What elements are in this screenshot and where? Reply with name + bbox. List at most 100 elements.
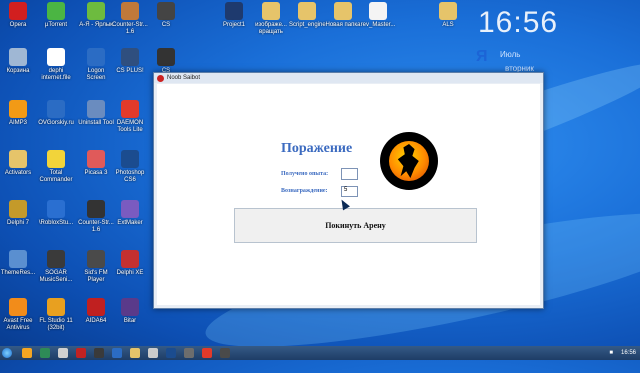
desktop-icon[interactable]: SOGAR MusicSeni... [38, 250, 74, 284]
desktop-icon[interactable]: Bitar [112, 298, 148, 325]
desktop-icon[interactable]: ALS [430, 2, 466, 29]
taskbar-app-icon[interactable] [22, 348, 32, 358]
app-icon [87, 2, 105, 20]
desktop-icon[interactable]: CS [148, 2, 184, 29]
desktop-icon-label: Avast Free Antivirus [3, 318, 33, 331]
desktop-icon-label: Photoshop CS6 [115, 170, 145, 183]
app-icon [157, 74, 164, 82]
desktop-icon-label: dephi internet.file [41, 68, 71, 81]
reward-label: Вознаграждение: [281, 188, 328, 194]
taskbar-app-icon[interactable] [148, 348, 158, 358]
desktop-icon-label: DAEMON Tools Lite [116, 120, 144, 133]
taskbar-app-icon[interactable] [112, 348, 122, 358]
system-tray: ■ 16:56 [605, 346, 640, 360]
taskbar-app-icon[interactable] [130, 348, 140, 358]
desktop-icon[interactable]: ExtMaker [112, 200, 148, 227]
desktop-icon-label: Activators [4, 170, 32, 176]
taskbar-app-icon[interactable] [220, 348, 230, 358]
taskbar-app-icon[interactable] [94, 348, 104, 358]
desktop-icon[interactable]: Script_engine [289, 2, 326, 29]
app-icon [262, 2, 280, 20]
app-icon [121, 48, 139, 66]
desktop-icon[interactable]: Picasa 3 [78, 150, 114, 177]
app-icon [47, 250, 65, 268]
game-window: Noob Saibot Поражение Получено опыта: Во… [153, 72, 544, 309]
app-icon [157, 2, 175, 20]
desktop-icon[interactable]: А-Я - Ярлык [78, 2, 114, 29]
desktop-icon[interactable]: CS [148, 48, 184, 75]
app-icon [47, 100, 65, 118]
desktop-icon[interactable]: rev_Master... [360, 2, 396, 29]
desktop-icon[interactable]: Корзина [0, 48, 36, 75]
desktop-icon[interactable]: ThemeRes... [0, 250, 36, 277]
app-icon [87, 100, 105, 118]
app-icon [121, 250, 139, 268]
app-icon [121, 100, 139, 118]
desktop-icon[interactable]: dephi internet.file [38, 48, 74, 82]
language-flag-icon[interactable]: ■ [609, 350, 613, 356]
desktop-icon-label: CS [161, 22, 171, 28]
desktop-icon-label: Sid's FM Player [84, 270, 108, 283]
desktop-icon-label: SOGAR MusicSeni... [39, 270, 73, 283]
leave-arena-button[interactable]: Покинуть Арену [234, 208, 477, 243]
desktop-icon-label: OVGorskiy.ru [38, 120, 74, 126]
desktop-icon-label: Delphi XE [116, 270, 144, 276]
desktop-icon[interactable]: Total Commander [38, 150, 74, 184]
desktop-icon[interactable]: \RobloxStu... [38, 200, 74, 227]
desktop-icon[interactable]: Logon Screen [78, 48, 114, 82]
desktop-icon[interactable]: AIDA64 [78, 298, 114, 325]
desktop-icon[interactable]: Photoshop CS6 [112, 150, 148, 184]
desktop-icon-label: \RobloxStu... [38, 220, 74, 226]
desktop-icon[interactable]: Uninstall Tool [78, 100, 114, 127]
desktop-icon[interactable]: Delphi XE [112, 250, 148, 277]
app-icon [121, 298, 139, 316]
app-icon [334, 2, 352, 20]
taskbar-app-icon[interactable] [166, 348, 176, 358]
start-button[interactable] [2, 348, 12, 358]
app-icon [9, 150, 27, 168]
taskbar: ■ 16:56 [0, 346, 640, 360]
desktop-icon[interactable]: Counter-Str... 1.6 [112, 2, 148, 36]
desktop-icon-label: ThemeRes... [0, 270, 36, 276]
desktop-icon[interactable]: µTorrent [38, 2, 74, 29]
desktop-icon[interactable]: Sid's FM Player [78, 250, 114, 284]
app-icon [9, 298, 27, 316]
app-icon [439, 2, 457, 20]
desktop-icon[interactable]: Avast Free Antivirus [0, 298, 36, 332]
desktop-icon-label: Uninstall Tool [78, 120, 114, 126]
desktop-icon[interactable]: Counter-Str... 1.6 [78, 200, 114, 234]
desktop-icon-label: Project1 [222, 22, 245, 28]
desktop-icon-label: Total Commander [39, 170, 73, 183]
taskbar-app-icon[interactable] [76, 348, 86, 358]
desktop-icon-label: Opera [9, 22, 27, 28]
app-icon [87, 298, 105, 316]
desktop-icon[interactable]: Delphi 7 [0, 200, 36, 227]
desktop-icon[interactable]: FL Studio 11 (32bit) [38, 298, 74, 332]
desktop-icon[interactable]: Project1 [216, 2, 252, 29]
desktop-icon-label: ExtMaker [117, 220, 143, 226]
app-icon [121, 2, 139, 20]
desktop-icon[interactable]: AIMP3 [0, 100, 36, 127]
tray-clock[interactable]: 16:56 [621, 350, 636, 356]
desktop-icon[interactable]: изображе... вращать [253, 2, 289, 36]
taskbar-app-icon[interactable] [184, 348, 194, 358]
desktop-icon[interactable]: Activators [0, 150, 36, 177]
taskbar-app-icon[interactable] [40, 348, 50, 358]
desktop-icon[interactable]: DAEMON Tools Lite [112, 100, 148, 134]
desktop-icon[interactable]: CS PLUS! [112, 48, 148, 75]
app-icon [9, 100, 27, 118]
app-icon [9, 2, 27, 20]
desktop-icon-label: Корзина [6, 68, 30, 74]
app-icon [47, 150, 65, 168]
exp-label: Получено опыта: [281, 171, 329, 177]
desktop-icon[interactable]: Opera [0, 2, 36, 29]
yandex-logo-icon: Я [476, 48, 488, 65]
desktop-icon[interactable]: OVGorskiy.ru [38, 100, 74, 127]
window-titlebar[interactable]: Noob Saibot [154, 73, 543, 83]
app-icon [121, 200, 139, 218]
app-icon [87, 250, 105, 268]
desktop-icon[interactable]: Новая папка [325, 2, 361, 29]
taskbar-app-icon[interactable] [58, 348, 68, 358]
taskbar-app-icon[interactable] [202, 348, 212, 358]
desktop-icon-label: А-Я - Ярлык [79, 22, 113, 28]
